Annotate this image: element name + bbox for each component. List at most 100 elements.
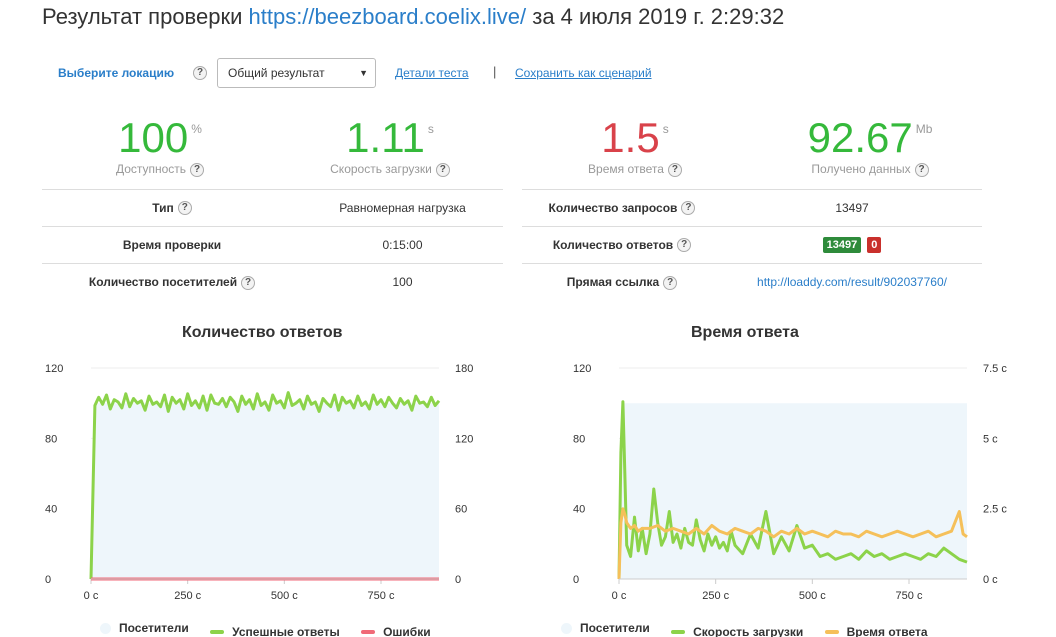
- x-tick-label: 0 с: [612, 590, 627, 602]
- series-area-visitors: [91, 403, 439, 579]
- test-details-link[interactable]: Детали теста: [395, 66, 469, 80]
- metric-caption: Скорость загрузки: [330, 162, 432, 176]
- legend-swatch: [561, 622, 572, 634]
- metric-value: 100: [118, 114, 189, 161]
- y-right-tick-label: 120: [455, 433, 473, 445]
- legend-item-visitors[interactable]: Посетители: [100, 621, 189, 635]
- x-tick-label: 250 с: [174, 590, 201, 602]
- y-right-tick-label: 5 с: [983, 433, 998, 445]
- title-suffix: за 4 июля 2019 г. 2:29:32: [532, 4, 785, 29]
- location-label: Выберите локацию: [58, 66, 175, 80]
- page-title: Результат проверки https://beezboard.coe…: [42, 4, 784, 30]
- legend-label: Скорость загрузки: [693, 624, 804, 637]
- chart-title: Количество ответов: [182, 324, 343, 341]
- y-right-tick-label: 2.5 с: [983, 504, 1007, 516]
- metric-caption: Доступность: [115, 162, 187, 176]
- metric-unit: %: [191, 122, 202, 136]
- results-info-table: Количество запросов? 13497 Количество от…: [522, 189, 982, 301]
- row-key: Количество запросов: [548, 200, 678, 215]
- metric-load-speed: 1.11 s Скорость загрузки?: [290, 116, 490, 177]
- legend-swatch: [824, 629, 839, 634]
- toolbar-separator: |: [493, 64, 497, 79]
- x-tick-label: 750 с: [896, 590, 923, 602]
- y-right-tick-label: 0: [455, 574, 461, 586]
- table-row: Время проверки 0:15:00: [42, 226, 503, 264]
- help-icon[interactable]: ?: [663, 275, 678, 290]
- y-left-tick-label: 0: [45, 574, 51, 586]
- metric-caption: Получено данных: [811, 162, 911, 176]
- legend-item-visitors[interactable]: Посетители: [561, 621, 650, 635]
- help-icon[interactable]: ?: [667, 162, 682, 177]
- metric-response-time: 1.5 s Время ответа?: [535, 116, 735, 177]
- row-key: Количество посетителей: [88, 274, 238, 289]
- test-info-table: Тип? Равномерная нагрузка Время проверки…: [42, 189, 503, 301]
- table-row: Тип? Равномерная нагрузка: [42, 189, 503, 227]
- title-prefix: Результат проверки: [42, 4, 243, 29]
- row-value: Равномерная нагрузка: [302, 189, 503, 227]
- y-left-tick-label: 80: [45, 433, 57, 445]
- series-area-visitors: [619, 403, 967, 579]
- legend-label: Ошибки: [383, 624, 431, 637]
- help-icon[interactable]: ?: [914, 162, 929, 177]
- x-tick-label: 750 с: [368, 590, 395, 602]
- x-tick-label: 500 с: [799, 590, 826, 602]
- toolbar: Выберите локацию ? Общий результат ▼ Дет…: [58, 58, 758, 88]
- chart-title: Время ответа: [691, 324, 799, 341]
- help-icon[interactable]: ?: [681, 201, 696, 216]
- legend-item-load-speed[interactable]: Скорость загрузки: [671, 625, 803, 637]
- tested-url-link[interactable]: https://beezboard.coelix.live/: [249, 4, 527, 29]
- row-key: Количество ответов: [552, 237, 674, 252]
- y-right-tick-label: 7.5 с: [983, 363, 1007, 375]
- x-tick-label: 250 с: [702, 590, 729, 602]
- y-left-tick-label: 80: [573, 433, 585, 445]
- legend-item-success[interactable]: Успешные ответы: [210, 625, 340, 637]
- y-left-tick-label: 120: [573, 363, 591, 375]
- y-left-tick-label: 120: [45, 363, 63, 375]
- error-count-badge: 0: [867, 237, 882, 253]
- legend-label: Посетители: [580, 621, 650, 635]
- legend-label: Успешные ответы: [232, 624, 340, 637]
- save-as-scenario-link[interactable]: Сохранить как сценарий: [515, 66, 652, 80]
- help-icon[interactable]: ?: [435, 162, 450, 177]
- metric-value: 1.5: [601, 114, 660, 161]
- y-right-tick-label: 180: [455, 363, 473, 375]
- direct-result-link[interactable]: http://loaddy.com/result/902037760/: [757, 275, 947, 289]
- help-icon[interactable]: ?: [677, 238, 692, 253]
- responses-count-chart: 0 0 40 60 80 120 120 180 0 с 250 с 500 с 750 с: [45, 363, 473, 602]
- metric-unit: s: [662, 122, 669, 136]
- chart-legend: Посетители Скорость загрузки Время ответ…: [561, 621, 946, 637]
- y-right-tick-label: 0 с: [983, 574, 998, 586]
- location-select[interactable]: Общий результат ▼: [217, 58, 376, 88]
- legend-label: Время ответа: [846, 624, 928, 637]
- y-left-tick-label: 40: [573, 504, 585, 516]
- help-icon[interactable]: ?: [190, 162, 205, 177]
- response-time-chart: 0 0 с 40 2.5 с 80 5 с 120 7.5 с 0 с 250 с 500 с 750…: [573, 363, 1007, 602]
- metric-value: 92.67: [807, 114, 913, 161]
- table-row: Количество ответов? 13497 0: [522, 226, 982, 264]
- legend-swatch: [210, 629, 225, 634]
- metric-caption: Время ответа: [588, 162, 664, 176]
- legend-item-response-time[interactable]: Время ответа: [824, 624, 928, 637]
- legend-label: Посетители: [119, 621, 189, 635]
- row-value: 13497: [722, 189, 982, 227]
- y-left-tick-label: 40: [45, 504, 57, 516]
- metric-availability: 100% Доступность?: [60, 116, 260, 177]
- caret-down-icon: ▼: [359, 68, 368, 78]
- table-row: Количество посетителей? 100: [42, 263, 503, 301]
- row-key: Время проверки: [122, 238, 222, 252]
- legend-swatch: [671, 629, 686, 634]
- metric-unit: Mb: [915, 122, 933, 136]
- success-count-badge: 13497: [822, 237, 862, 253]
- row-value: 100: [302, 263, 503, 301]
- legend-swatch: [100, 622, 111, 634]
- help-icon[interactable]: ?: [177, 201, 192, 216]
- y-right-tick-label: 60: [455, 504, 467, 516]
- help-icon[interactable]: ?: [241, 275, 256, 290]
- y-left-tick-label: 0: [573, 574, 579, 586]
- x-tick-label: 0 с: [84, 590, 99, 602]
- legend-item-errors[interactable]: Ошибки: [361, 625, 431, 637]
- row-key: Тип: [152, 200, 174, 215]
- table-row: Количество запросов? 13497: [522, 189, 982, 227]
- help-icon[interactable]: ?: [193, 66, 207, 80]
- metric-data-received: 92.67 Mb Получено данных?: [770, 116, 970, 177]
